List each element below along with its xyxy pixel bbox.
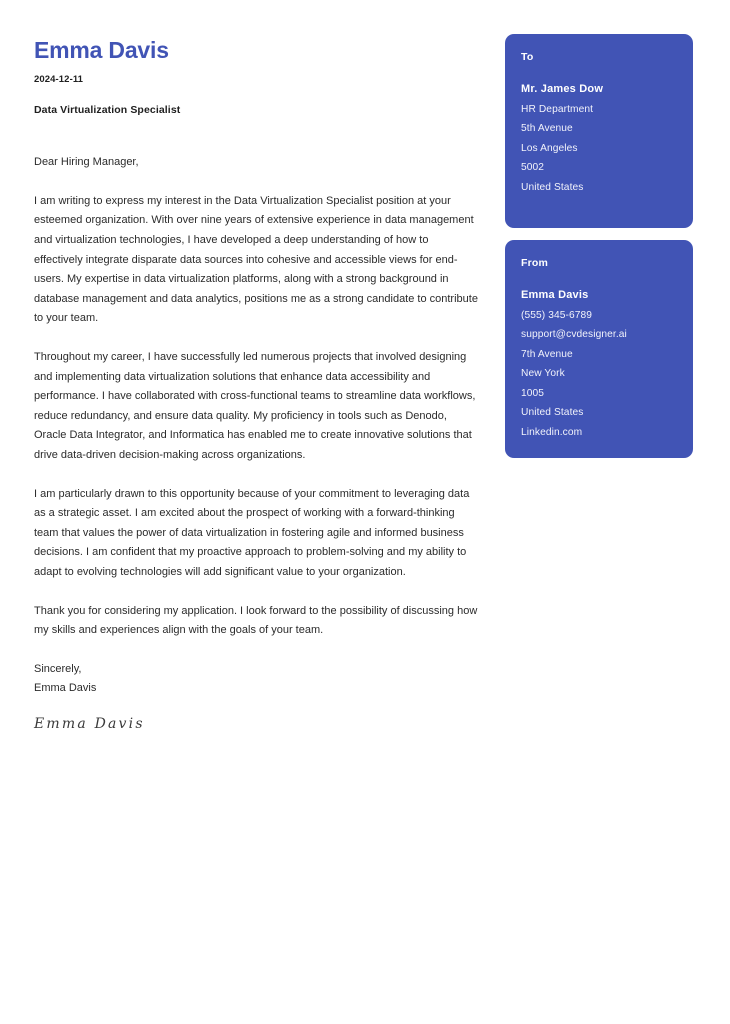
sender-line: United States: [521, 407, 584, 418]
recipient-line: HR Department: [521, 103, 594, 115]
recipient-name: Mr. James Dow: [521, 83, 604, 95]
sender-card: From Emma Davis (555) 345-6789 support@c…: [505, 240, 693, 458]
sender-email: support@cvdesigner.ai: [521, 329, 627, 340]
closing-name: Emma Davis: [34, 682, 97, 695]
page-title: Emma Davis: [34, 37, 169, 63]
recipient-line: 5th Avenue: [521, 123, 573, 134]
sender-card-heading: From: [521, 257, 549, 269]
sender-line: 7th Avenue: [521, 348, 573, 360]
recipient-line: United States: [521, 181, 584, 193]
body-paragraph: Thank you for considering my application…: [34, 604, 478, 637]
body-paragraph: I am particularly drawn to this opportun…: [34, 487, 470, 578]
recipient-line: Los Angeles: [521, 142, 578, 154]
cover-letter-page: Emma Davis 2024-12-11 Data Virtualizatio…: [0, 0, 730, 1024]
recipient-card: To Mr. James Dow HR Department 5th Avenu…: [505, 34, 693, 228]
body-paragraph: I am writing to express my interest in t…: [34, 194, 478, 325]
body-paragraph: Throughout my career, I have successfull…: [34, 351, 476, 462]
salutation: Dear Hiring Manager,: [34, 156, 139, 169]
recipient-line: 5002: [521, 162, 545, 173]
letter-body: Emma Davis 2024-12-11 Data Virtualizatio…: [34, 37, 479, 732]
closing-block: Sincerely, Emma Davis Emma Davis: [34, 660, 479, 732]
sender-line: 1005: [521, 387, 545, 399]
letter-date: 2024-12-11: [34, 74, 84, 86]
sender-card-name: Emma Davis: [521, 289, 589, 301]
closing-salutation: Sincerely,: [34, 662, 82, 675]
job-title: Data Virtualization Specialist: [34, 104, 181, 117]
signature: Emma Davis: [34, 715, 145, 732]
sender-line: New York: [521, 368, 565, 379]
sender-linkedin: Linkedin.com: [521, 426, 583, 438]
sender-phone: (555) 345-6789: [521, 309, 593, 321]
recipient-card-heading: To: [521, 51, 534, 63]
